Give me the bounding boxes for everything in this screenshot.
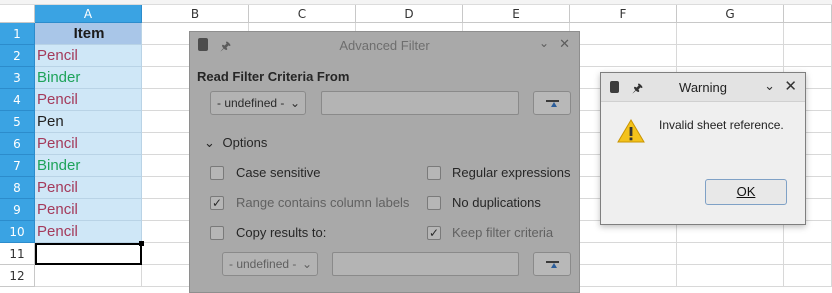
criteria-range-combo[interactable]: - undefined - ⌄: [210, 91, 306, 115]
grid-cell[interactable]: [784, 23, 832, 45]
column-header-c[interactable]: C: [249, 5, 356, 23]
no-duplications-checkbox[interactable]: [427, 196, 441, 210]
grid-cell[interactable]: [570, 23, 677, 45]
case-sensitive-label: Case sensitive: [236, 165, 321, 180]
no-duplications-label: No duplications: [452, 195, 541, 210]
regex-checkbox[interactable]: [427, 166, 441, 180]
row-header-8[interactable]: 8: [0, 177, 35, 199]
chevron-down-icon: ⌄: [204, 135, 215, 150]
advanced-filter-title: Advanced Filter: [339, 38, 430, 53]
copy-results-label: Copy results to:: [236, 225, 327, 240]
regex-label: Regular expressions: [452, 165, 571, 180]
grid-cell[interactable]: [570, 45, 677, 67]
column-header-d[interactable]: D: [356, 5, 463, 23]
copy-results-combo[interactable]: - undefined - ⌄: [222, 252, 318, 276]
advanced-filter-titlebar[interactable]: 🖈 Advanced Filter ⌄ ✕: [190, 32, 579, 58]
cell-a1[interactable]: Item: [35, 23, 142, 45]
row-header-7[interactable]: 7: [0, 155, 35, 177]
cell-a4[interactable]: Pencil: [35, 89, 142, 111]
cell-a2[interactable]: Pencil: [35, 45, 142, 67]
fill-handle[interactable]: [139, 241, 144, 246]
criteria-range-input[interactable]: [321, 91, 519, 115]
warning-titlebar[interactable]: 🖈 Warning ⌄ ✕: [601, 73, 805, 102]
grid-cell[interactable]: [677, 23, 784, 45]
cell-a6[interactable]: Pencil: [35, 133, 142, 155]
chevron-down-icon: ⌄: [289, 96, 300, 110]
grid-cell[interactable]: [677, 45, 784, 67]
cell-a12[interactable]: [35, 265, 142, 287]
cell-a9[interactable]: Pencil: [35, 199, 142, 221]
chevron-down-icon: ⌄: [301, 257, 312, 271]
warning-message: Invalid sheet reference.: [659, 118, 784, 132]
row-header-10[interactable]: 10: [0, 221, 35, 243]
cell-a5[interactable]: Pen: [35, 111, 142, 133]
shrink-button[interactable]: [533, 91, 571, 115]
column-header-f[interactable]: F: [570, 5, 677, 23]
column-header-h[interactable]: [784, 5, 832, 23]
grid-cell[interactable]: [677, 243, 784, 265]
grid-cell[interactable]: [784, 243, 832, 265]
options-expander[interactable]: ⌄ Options: [204, 135, 267, 151]
cell-a3[interactable]: Binder: [35, 67, 142, 89]
row-header-6[interactable]: 6: [0, 133, 35, 155]
grid-cell[interactable]: [570, 265, 677, 287]
select-all-corner[interactable]: [0, 5, 35, 23]
row-header-4[interactable]: 4: [0, 89, 35, 111]
ok-button[interactable]: OK: [705, 179, 787, 205]
read-criteria-label: Read Filter Criteria From: [197, 69, 350, 84]
cell-a8[interactable]: Pencil: [35, 177, 142, 199]
advanced-filter-dialog: 🖈 Advanced Filter ⌄ ✕ Read Filter Criter…: [189, 31, 580, 293]
copy-results-input[interactable]: [332, 252, 519, 276]
range-labels-checkbox[interactable]: ✓: [210, 196, 224, 210]
chevron-down-icon[interactable]: ⌄: [539, 36, 549, 50]
close-icon[interactable]: ✕: [784, 77, 797, 95]
grid-cell[interactable]: [784, 45, 832, 67]
column-header-b[interactable]: B: [142, 5, 249, 23]
copy-results-checkbox[interactable]: [210, 226, 224, 240]
row-header-11[interactable]: 11: [0, 243, 35, 265]
column-header-g[interactable]: G: [677, 5, 784, 23]
row-header-1[interactable]: 1: [0, 23, 35, 45]
column-header-e[interactable]: E: [463, 5, 570, 23]
row-header-9[interactable]: 9: [0, 199, 35, 221]
options-label: Options: [222, 135, 268, 150]
row-header-3[interactable]: 3: [0, 67, 35, 89]
arrow-up-icon: [551, 102, 557, 107]
criteria-range-combo-value: - undefined -: [217, 96, 285, 110]
grid-cell[interactable]: [570, 243, 677, 265]
cell-a7[interactable]: Binder: [35, 155, 142, 177]
keep-criteria-label: Keep filter criteria: [452, 225, 554, 240]
row-header-12[interactable]: 12: [0, 265, 35, 287]
column-header-a[interactable]: A: [35, 5, 142, 23]
grid-cell[interactable]: [677, 265, 784, 287]
range-labels-label: Range contains column labels: [236, 195, 410, 210]
warning-dialog: 🖈 Warning ⌄ ✕ Invalid sheet reference. O…: [600, 72, 806, 225]
close-icon[interactable]: ✕: [559, 36, 570, 52]
arrow-up-icon: [551, 263, 557, 268]
keep-criteria-checkbox[interactable]: ✓: [427, 226, 441, 240]
copy-results-combo-value: - undefined -: [229, 257, 297, 271]
chevron-down-icon[interactable]: ⌄: [764, 78, 775, 94]
ok-button-label: OK: [736, 184, 756, 199]
warning-triangle-icon: [617, 119, 645, 143]
grid-cell[interactable]: [784, 265, 832, 287]
copy-shrink-button[interactable]: [533, 252, 571, 276]
cell-a11-active[interactable]: [35, 243, 142, 265]
case-sensitive-checkbox[interactable]: [210, 166, 224, 180]
cell-a10[interactable]: Pencil: [35, 221, 142, 243]
row-header-5[interactable]: 5: [0, 111, 35, 133]
row-header-2[interactable]: 2: [0, 45, 35, 67]
